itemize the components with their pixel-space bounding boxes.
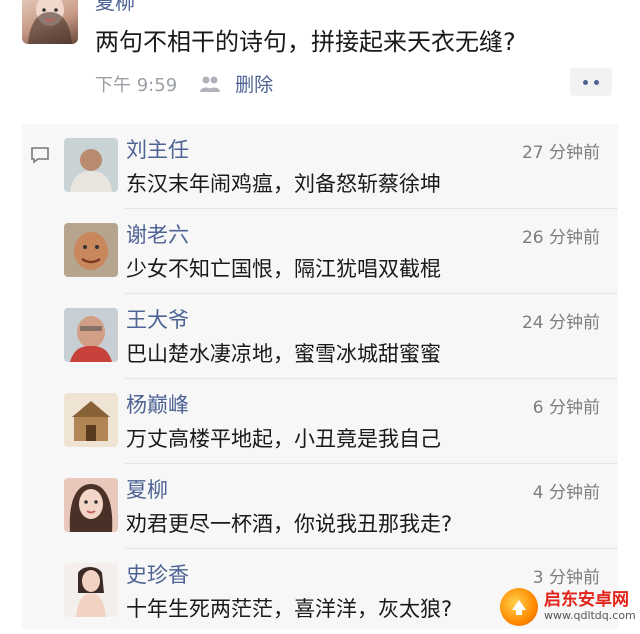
- more-dots-icon: [594, 79, 599, 85]
- commenter-avatar[interactable]: [64, 393, 118, 447]
- post-text: 两句不相干的诗句，拼接起来天衣无缝?: [95, 28, 516, 56]
- comment-item: 王大爷 24 分钟前 巴山楚水凄凉地，蜜雪冰城甜蜜蜜: [62, 294, 618, 379]
- commenter-name[interactable]: 刘主任: [126, 134, 189, 164]
- commenter-name[interactable]: 史珍香: [126, 559, 189, 589]
- comment-text: 万丈高楼平地起，小丑竟是我自己: [126, 427, 441, 451]
- comment-item: 杨巅峰 6 分钟前 万丈高楼平地起，小丑竟是我自己: [62, 379, 618, 464]
- comment-time: 26 分钟前: [521, 228, 600, 248]
- comment-text: 少女不知亡国恨，隔江犹唱双截棍: [126, 257, 441, 281]
- comment-bubble-icon: [31, 147, 49, 164]
- comments-panel: 刘主任 27 分钟前 东汉末年闹鸡瘟，刘备怒斩蔡徐坤 谢老六 26 分钟前 少女…: [22, 124, 618, 629]
- commenter-name[interactable]: 夏柳: [126, 474, 168, 504]
- commenter-name[interactable]: 谢老六: [126, 219, 189, 249]
- commenter-avatar[interactable]: [64, 563, 118, 617]
- commenter-avatar[interactable]: [64, 308, 118, 362]
- post-meta: 下午 9:59 删除: [95, 70, 273, 97]
- delete-link[interactable]: 删除: [235, 70, 273, 97]
- comment-item: 夏柳 4 分钟前 劝君更尽一杯酒，你说我丑那我走?: [62, 464, 618, 549]
- comment-time: 27 分钟前: [521, 143, 600, 163]
- commenter-name[interactable]: 王大爷: [126, 304, 189, 334]
- comment-time: 4 分钟前: [532, 483, 600, 503]
- more-dots-icon: [583, 79, 588, 85]
- comment-text: 十年生死两茫茫，喜洋洋，灰太狼?: [126, 597, 453, 621]
- comment-text: 东汉末年闹鸡瘟，刘备怒斩蔡徐坤: [126, 172, 441, 196]
- post-time: 下午 9:59: [95, 74, 178, 96]
- post-author-avatar[interactable]: [22, 0, 78, 44]
- watermark-name: 启东安卓网: [544, 590, 629, 611]
- post-author-name[interactable]: 夏柳: [95, 0, 135, 15]
- people-icon: [200, 76, 221, 92]
- comment-item: 刘主任 27 分钟前 东汉末年闹鸡瘟，刘备怒斩蔡徐坤: [62, 124, 618, 209]
- commenter-avatar[interactable]: [64, 138, 118, 192]
- comment-text: 巴山楚水凄凉地，蜜雪冰城甜蜜蜜: [126, 342, 441, 366]
- more-button[interactable]: [570, 68, 612, 96]
- site-watermark: 启东安卓网 www.qdltdq.com: [500, 584, 640, 629]
- comment-text: 劝君更尽一杯酒，你说我丑那我走?: [126, 512, 453, 536]
- watermark-logo-icon: [500, 587, 538, 626]
- comment-time: 6 分钟前: [532, 398, 600, 418]
- commenter-name[interactable]: 杨巅峰: [126, 389, 189, 419]
- comment-item: 谢老六 26 分钟前 少女不知亡国恨，隔江犹唱双截棍: [62, 209, 618, 294]
- watermark-text: 启东安卓网 www.qdltdq.com: [544, 591, 636, 622]
- watermark-url: www.qdltdq.com: [544, 608, 636, 622]
- commenter-avatar[interactable]: [64, 223, 118, 277]
- comment-time: 24 分钟前: [521, 313, 600, 333]
- commenter-avatar[interactable]: [64, 478, 118, 532]
